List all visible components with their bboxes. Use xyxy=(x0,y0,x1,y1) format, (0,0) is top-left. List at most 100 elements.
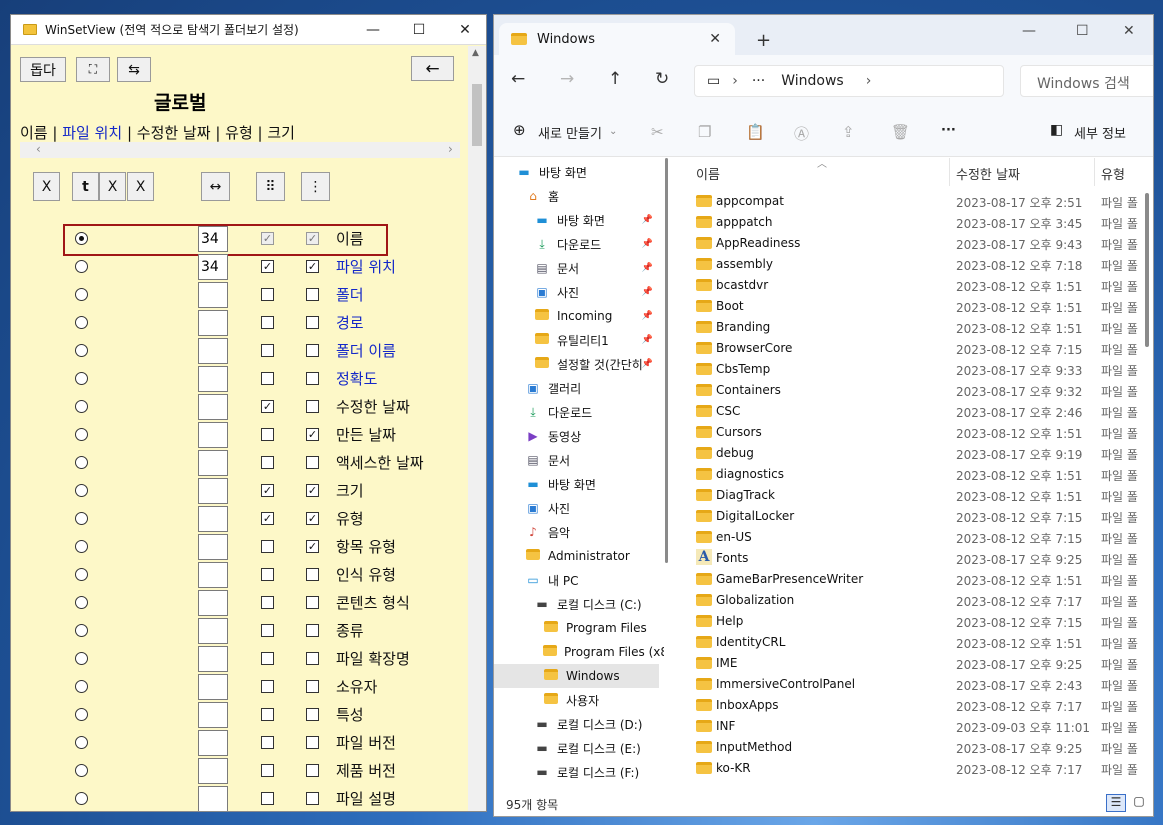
nav-item[interactable]: ▣ 사진 📌 xyxy=(494,280,659,304)
nav-item[interactable]: ▬ 로컬 디스크 (E:) xyxy=(494,736,659,760)
minimize-button[interactable]: — xyxy=(1022,23,1036,39)
checkbox-show-other[interactable] xyxy=(306,568,319,581)
nav-item[interactable]: Windows xyxy=(494,664,659,688)
column-width-input[interactable] xyxy=(198,310,228,336)
checkbox-show-other[interactable] xyxy=(306,596,319,609)
horizontal-scrollbar[interactable]: ‹ › xyxy=(20,142,460,158)
checkbox-show-other[interactable] xyxy=(306,372,319,385)
checkbox-show-other[interactable] xyxy=(306,736,319,749)
nav-item[interactable]: ▬ 바탕 화면 xyxy=(494,472,659,496)
column-width-input[interactable] xyxy=(198,730,228,756)
file-row[interactable]: GameBarPresenceWriter 2023-08-12 오후 1:51 파… xyxy=(674,569,1139,590)
nav-item[interactable]: ▶ 동영상 xyxy=(494,424,659,448)
close-button[interactable]: ✕ xyxy=(1123,23,1135,39)
file-row[interactable]: BrowserCore 2023-08-12 오후 7:15 파일 폴 xyxy=(674,338,1139,359)
file-row[interactable]: IME 2023-08-17 오후 9:25 파일 폴 xyxy=(674,653,1139,674)
nav-item[interactable]: 사용자 xyxy=(494,688,659,712)
nav-item[interactable]: ▤ 문서 📌 xyxy=(494,256,659,280)
tiles-view-icon[interactable]: ▢ xyxy=(1129,794,1149,812)
nav-item[interactable]: ▣ 갤러리 xyxy=(494,376,659,400)
file-row[interactable]: InputMethod 2023-08-17 오후 9:25 파일 폴 xyxy=(674,737,1139,758)
details-view-icon[interactable]: ☰ xyxy=(1106,794,1126,812)
column-width-input[interactable] xyxy=(198,366,228,392)
tab-windows[interactable]: Windows ✕ xyxy=(499,23,735,55)
default-column-radio[interactable] xyxy=(75,344,88,357)
grid-button[interactable]: ⠿ xyxy=(256,172,285,201)
file-row[interactable]: diagnostics 2023-08-12 오후 1:51 파일 폴 xyxy=(674,464,1139,485)
address-bar[interactable]: ▭ › ··· Windows › xyxy=(694,65,1004,97)
search-input[interactable]: Windows 검색 xyxy=(1020,65,1153,97)
checkbox-show-other[interactable]: ✓ xyxy=(306,232,319,245)
default-column-radio[interactable] xyxy=(75,484,88,497)
column-width-input[interactable] xyxy=(198,674,228,700)
rename-icon[interactable]: Ⓐ xyxy=(794,123,809,144)
file-row[interactable]: A Fonts 2023-08-17 오후 9:25 파일 폴 xyxy=(674,548,1139,569)
header-modified[interactable]: 수정한 날짜 xyxy=(956,164,1020,183)
back-arrow-icon[interactable]: ← xyxy=(511,69,525,89)
column-width-input[interactable] xyxy=(198,702,228,728)
file-row[interactable]: AppReadiness 2023-08-17 오후 9:43 파일 폴 xyxy=(674,233,1139,254)
default-column-radio[interactable] xyxy=(75,568,88,581)
column-width-input[interactable] xyxy=(198,338,228,364)
file-row[interactable]: apppatch 2023-08-17 오후 3:45 파일 폴 xyxy=(674,212,1139,233)
file-row[interactable]: en-US 2023-08-12 오후 7:15 파일 폴 xyxy=(674,527,1139,548)
file-row[interactable]: DiagTrack 2023-08-12 오후 1:51 파일 폴 xyxy=(674,485,1139,506)
checkbox-show-other[interactable] xyxy=(306,708,319,721)
delete-icon[interactable]: 🗑 xyxy=(891,123,910,141)
breadcrumb-windows[interactable]: Windows xyxy=(781,73,844,89)
checkbox-show-other[interactable] xyxy=(306,652,319,665)
checkbox-show-details[interactable] xyxy=(261,736,274,749)
nav-item[interactable]: Program Files (x8 xyxy=(494,640,668,664)
cut-icon[interactable]: ✂ xyxy=(651,123,664,141)
scroll-left-icon[interactable]: ‹ xyxy=(36,142,41,156)
file-row[interactable]: CSC 2023-08-17 오후 2:46 파일 폴 xyxy=(674,401,1139,422)
checkbox-show-details[interactable] xyxy=(261,288,274,301)
checkbox-show-other[interactable] xyxy=(306,792,319,805)
checkbox-show-details[interactable] xyxy=(261,316,274,329)
file-row[interactable]: InboxApps 2023-08-12 오후 7:17 파일 폴 xyxy=(674,695,1139,716)
file-row[interactable]: debug 2023-08-17 오후 9:19 파일 폴 xyxy=(674,443,1139,464)
default-column-radio[interactable] xyxy=(75,512,88,525)
up-arrow-icon[interactable]: ↑ xyxy=(608,69,622,89)
file-row[interactable]: Globalization 2023-08-12 오후 7:17 파일 폴 xyxy=(674,590,1139,611)
default-column-radio[interactable] xyxy=(75,596,88,609)
checkbox-show-details[interactable]: ✓ xyxy=(261,400,274,413)
chevron-down-icon[interactable]: ⌄ xyxy=(609,126,617,137)
default-column-radio[interactable] xyxy=(75,288,88,301)
default-column-radio[interactable] xyxy=(75,456,88,469)
default-column-radio[interactable] xyxy=(75,792,88,805)
nav-item[interactable]: ⌂ 홈 xyxy=(494,184,659,208)
nav-item[interactable]: ▭ 내 PC xyxy=(494,568,659,592)
checkbox-show-other[interactable] xyxy=(306,624,319,637)
checkbox-show-details[interactable] xyxy=(261,624,274,637)
checkbox-show-other[interactable] xyxy=(306,288,319,301)
maximize-button[interactable]: ☐ xyxy=(396,15,442,45)
details-button[interactable]: 세부 정보 xyxy=(1074,123,1126,142)
column-width-input[interactable] xyxy=(198,282,228,308)
checkbox-show-details[interactable] xyxy=(261,540,274,553)
file-row[interactable]: Help 2023-08-12 오후 7:15 파일 폴 xyxy=(674,611,1139,632)
checkbox-show-details[interactable]: ✓ xyxy=(261,260,274,273)
default-column-radio[interactable] xyxy=(75,708,88,721)
default-column-radio[interactable] xyxy=(75,232,88,245)
scroll-right-icon[interactable]: › xyxy=(448,142,453,156)
checkbox-show-details[interactable] xyxy=(261,652,274,665)
checkbox-show-other[interactable] xyxy=(306,456,319,469)
nav-item[interactable]: 유틸리티1 📌 xyxy=(494,328,659,352)
default-column-radio[interactable] xyxy=(75,400,88,413)
checkbox-show-other[interactable]: ✓ xyxy=(306,260,319,273)
column-width-input[interactable] xyxy=(198,758,228,784)
option-button-t[interactable]: t xyxy=(72,172,99,201)
nav-item[interactable]: ♪ 음악 xyxy=(494,520,659,544)
nav-item[interactable]: Incoming 📌 xyxy=(494,304,659,328)
default-column-radio[interactable] xyxy=(75,680,88,693)
nav-item[interactable]: ⤓ 다운로드 xyxy=(494,400,659,424)
file-row[interactable]: INF 2023-09-03 오후 11:01 파일 폴 xyxy=(674,716,1139,737)
nav-item[interactable]: ▬ 로컬 디스크 (C:) xyxy=(494,592,659,616)
new-tab-button[interactable]: + xyxy=(756,30,771,51)
checkbox-show-details[interactable] xyxy=(261,372,274,385)
column-width-input[interactable] xyxy=(198,646,228,672)
default-column-radio[interactable] xyxy=(75,316,88,329)
checkbox-show-other[interactable]: ✓ xyxy=(306,540,319,553)
share-icon[interactable]: ⇪ xyxy=(842,123,855,141)
